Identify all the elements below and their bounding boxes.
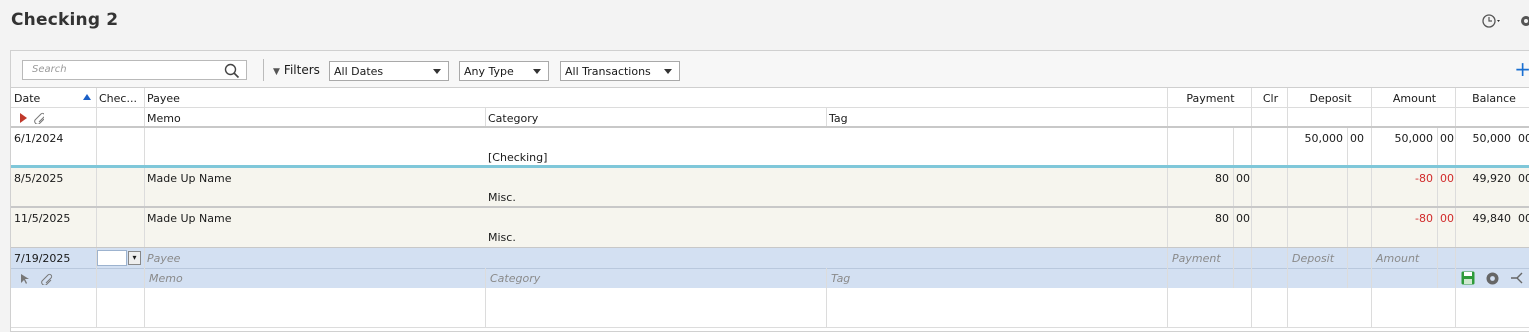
filters-button[interactable]: ▼ Filters [273, 63, 320, 77]
table-row[interactable]: 6/1/2024 50,000 00 50,000 00 50,000 00 [… [11, 128, 1529, 168]
txn-payment-cents: 00 [1236, 172, 1250, 185]
type-filter-select[interactable]: Any Type [459, 61, 549, 81]
chevron-down-icon [430, 62, 445, 80]
txn-payment-cents: 00 [1236, 212, 1250, 225]
txn-date: 11/5/2025 [14, 212, 71, 225]
txn-deposit-cents: 00 [1350, 132, 1364, 145]
txn-amount-cents: 00 [1440, 212, 1454, 225]
txn-amount-cents: 00 [1440, 132, 1454, 145]
attachment-icon [34, 112, 44, 125]
txn-amount: 50,000 [1394, 132, 1434, 145]
page-title: Checking 2 [11, 10, 119, 30]
flag-icon [20, 113, 27, 123]
search-icon [224, 63, 240, 79]
date-filter-value: All Dates [334, 65, 384, 78]
search-placeholder: Search [32, 64, 67, 75]
txn-category: Misc. [488, 191, 516, 204]
column-header-balance[interactable]: Balance [1455, 88, 1529, 107]
column-header-clr[interactable]: Clr [1251, 88, 1287, 107]
filter-icon: ▼ [273, 67, 280, 77]
split-icon[interactable] [1510, 271, 1524, 288]
txn-balance: 49,840 [1472, 212, 1512, 225]
txn-category: [Checking] [488, 151, 548, 164]
txn-amount-cents: 00 [1440, 172, 1454, 185]
new-txn-category-field[interactable]: Category [487, 269, 817, 288]
add-transaction-icon[interactable]: + [1514, 57, 1529, 81]
txn-balance-cents: 00 [1518, 132, 1529, 145]
txn-payment: 80 [1215, 212, 1229, 225]
txn-balance: 50,000 [1472, 132, 1512, 145]
column-header-tag[interactable]: Tag [826, 108, 1167, 126]
transaction-filter-value: All Transactions [565, 65, 651, 78]
table-row[interactable]: 8/5/2025 Made Up Name 80 00 -80 00 49,92… [11, 168, 1529, 208]
header-row-2: Memo Category Tag [11, 108, 1529, 128]
txn-category: Misc. [488, 231, 516, 244]
filter-toolbar: Search ▼ Filters All Dates Any Type All T… [11, 51, 1529, 88]
check-number-dropdown-icon[interactable]: ▾ [128, 251, 141, 265]
column-header-category[interactable]: Category [485, 108, 826, 126]
new-txn-memo-field[interactable]: Memo [146, 269, 476, 288]
toolbar-separator [263, 59, 264, 81]
txn-balance-cents: 00 [1518, 212, 1529, 225]
chevron-down-icon [661, 62, 676, 80]
txn-amount: -80 [1415, 212, 1433, 225]
register-panel: Search ▼ Filters All Dates Any Type All T… [10, 50, 1529, 332]
chevron-down-icon [530, 62, 545, 80]
transaction-filter-select[interactable]: All Transactions [560, 61, 680, 81]
column-header-payment[interactable]: Payment [1167, 88, 1251, 107]
txn-amount: -80 [1415, 172, 1433, 185]
column-header-payee[interactable]: Payee [144, 88, 1167, 107]
history-icon[interactable] [1481, 12, 1503, 33]
gear-icon[interactable] [1485, 271, 1500, 289]
new-transaction-row[interactable]: 7/19/2025 ▾ Payee Payment Deposit Amount… [11, 248, 1529, 288]
check-number-field[interactable] [97, 250, 127, 266]
txn-date: 8/5/2025 [14, 172, 64, 185]
new-txn-icons [15, 269, 55, 288]
table-row[interactable]: 11/5/2025 Made Up Name 80 00 -80 00 49,8… [11, 208, 1529, 248]
column-header-check[interactable]: Chec... [96, 88, 144, 107]
date-filter-select[interactable]: All Dates [329, 61, 449, 81]
cursor-flag-icon [21, 274, 29, 284]
column-header-amount[interactable]: Amount [1371, 88, 1455, 107]
header-row-1: Date Chec... Payee Payment Clr Deposit A… [11, 88, 1529, 108]
txn-payment: 80 [1215, 172, 1229, 185]
type-filter-value: Any Type [464, 65, 514, 78]
txn-balance-cents: 00 [1518, 172, 1529, 185]
search-input[interactable]: Search [22, 60, 247, 80]
txn-balance: 49,920 [1472, 172, 1512, 185]
column-header-memo[interactable]: Memo [144, 108, 485, 126]
attachment-icon [41, 273, 53, 286]
column-header-deposit[interactable]: Deposit [1287, 88, 1371, 107]
sort-ascending-icon [83, 94, 91, 100]
gear-icon[interactable] [1517, 12, 1529, 33]
column-header-date[interactable]: Date [11, 88, 96, 107]
new-txn-tag-field[interactable]: Tag [828, 269, 1158, 288]
txn-date: 6/1/2024 [14, 132, 64, 145]
empty-row [11, 288, 1529, 328]
txn-deposit: 50,000 [1304, 132, 1344, 145]
save-icon[interactable] [1461, 271, 1475, 288]
filters-label: Filters [283, 63, 320, 77]
header-icons [14, 108, 44, 126]
